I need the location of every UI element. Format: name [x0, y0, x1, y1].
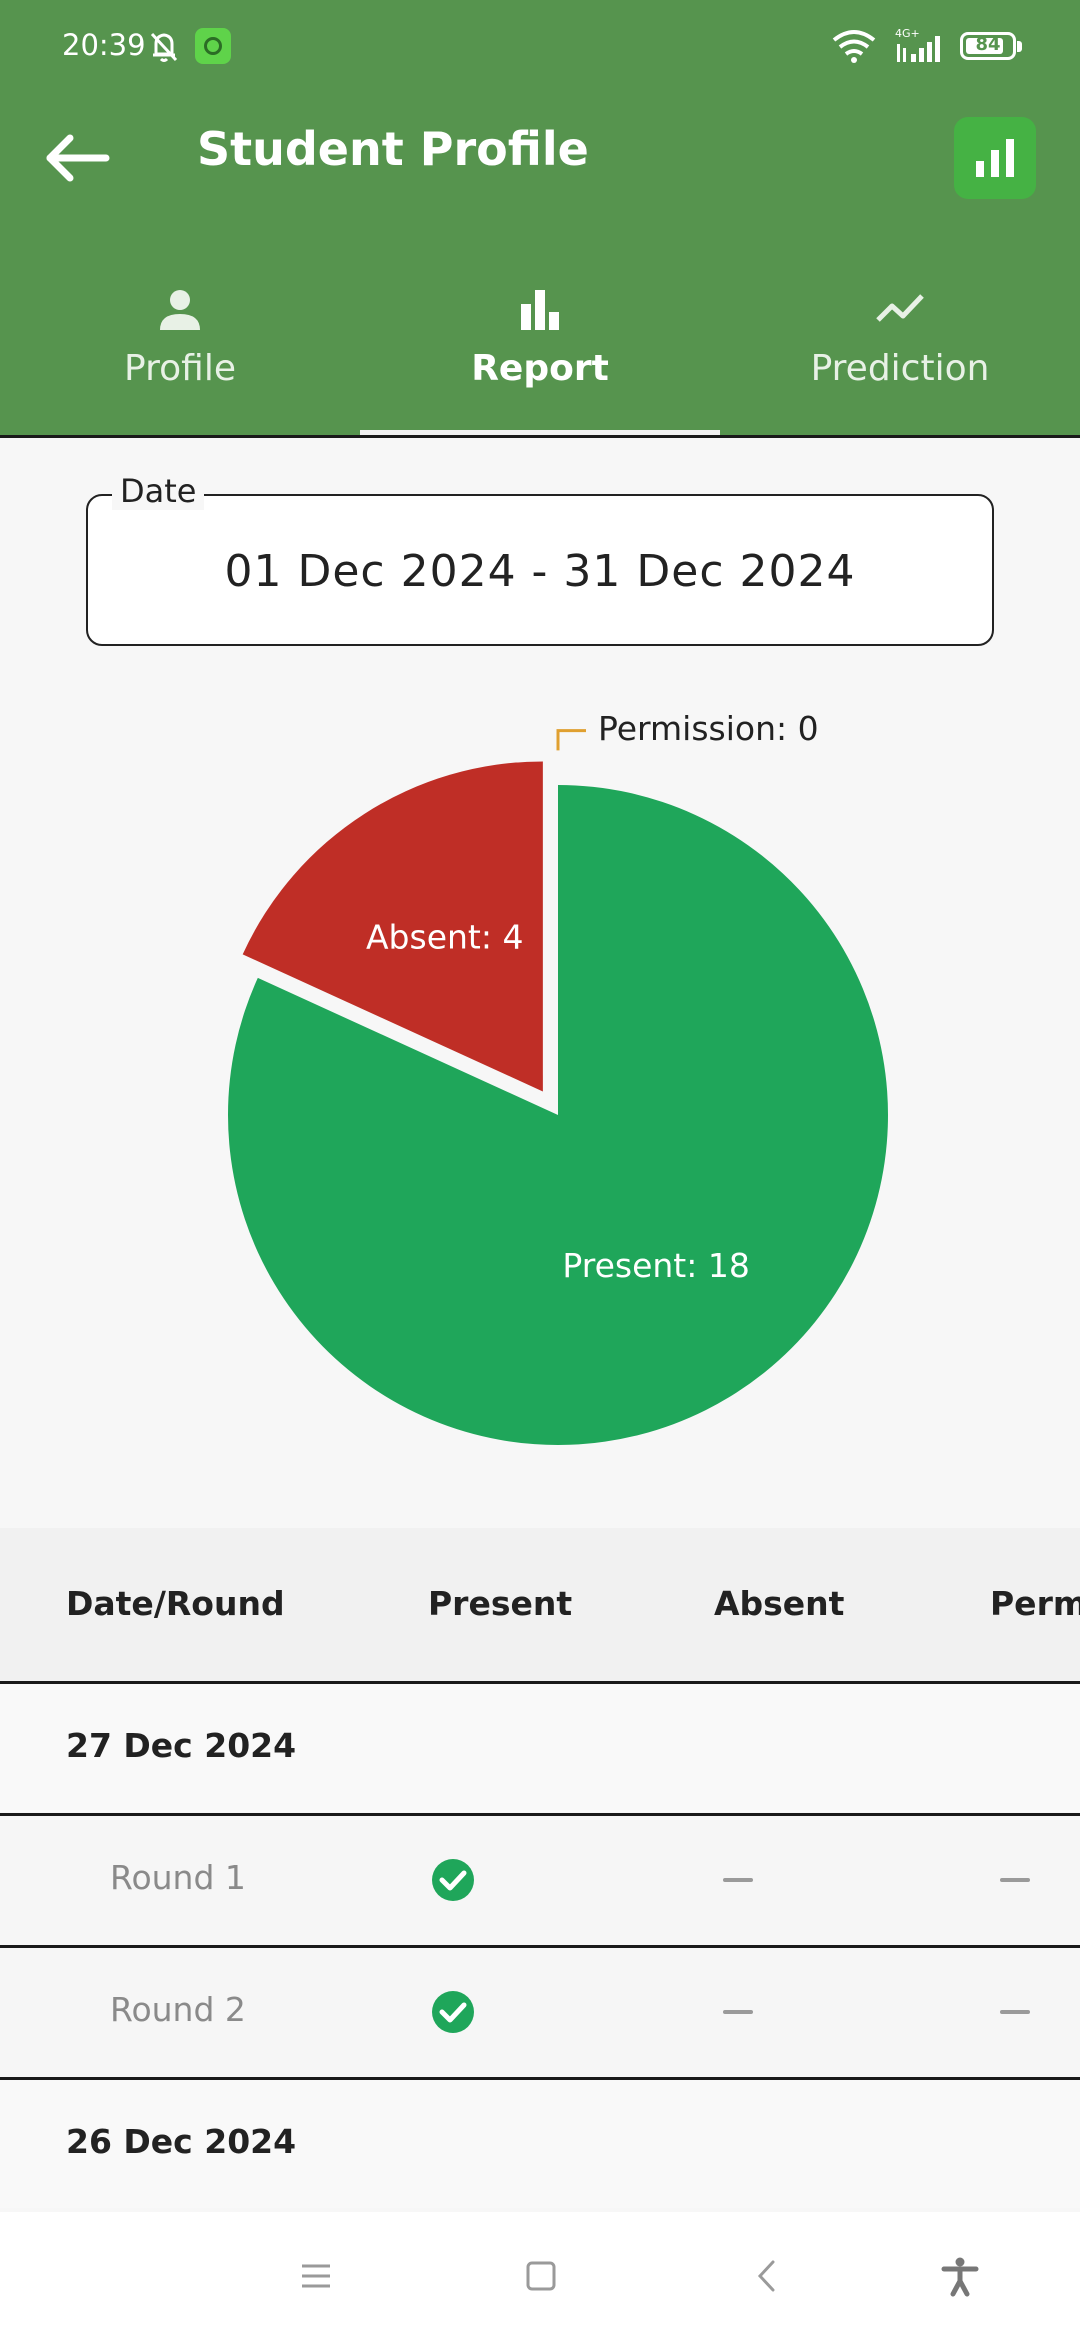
- home-square-icon[interactable]: [519, 2254, 563, 2298]
- header-divider: [0, 435, 1080, 438]
- column-header-present[interactable]: Present: [428, 1584, 572, 1623]
- status-time: 20:39: [62, 28, 146, 62]
- page-title: Student Profile: [197, 122, 589, 176]
- tab-profile-label: Profile: [124, 348, 236, 389]
- bell-off-icon: [150, 32, 178, 62]
- bar-chart-icon: [521, 290, 559, 330]
- signal-icon: 4G+: [895, 27, 940, 62]
- accessibility-icon[interactable]: [938, 2254, 982, 2298]
- tab-profile[interactable]: Profile: [0, 270, 360, 435]
- permission-dash: [1000, 2010, 1030, 2014]
- tab-prediction[interactable]: Prediction: [720, 270, 1080, 435]
- pie-leader-permission: [556, 729, 586, 751]
- menu-icon[interactable]: [294, 2254, 338, 2298]
- bar-chart-icon: [976, 139, 1014, 177]
- trending-icon: [876, 294, 924, 322]
- tab-prediction-label: Prediction: [810, 348, 990, 389]
- network-type: 4G+: [895, 27, 920, 40]
- check-circle-icon: [432, 1991, 474, 2033]
- back-chevron-icon[interactable]: [746, 2254, 790, 2298]
- table-row[interactable]: Round 1: [0, 1816, 1080, 1944]
- status-bar: 20:39 4G+ 84: [0, 0, 1080, 95]
- round-label: Round 1: [110, 1858, 246, 1897]
- pie-label-absent: Absent: 4: [366, 917, 523, 956]
- wifi-icon: [832, 30, 876, 63]
- permission-dash: [1000, 1878, 1030, 1882]
- tab-bar: Profile Report Prediction: [0, 270, 1080, 435]
- date-field-label: Date: [112, 472, 205, 510]
- table-row[interactable]: Round 2: [0, 1948, 1080, 2076]
- column-header-date[interactable]: Date/Round: [66, 1584, 285, 1623]
- date-range-field[interactable]: Date 01 Dec 2024 - 31 Dec 2024: [86, 472, 994, 646]
- table-header: Date/Round Present Absent Perm: [0, 1528, 1080, 1681]
- attendance-pie-chart: Present: 18 Absent: 4 Permission: 0: [228, 709, 889, 1445]
- system-nav-bar: [0, 2212, 1080, 2340]
- stats-button[interactable]: [954, 117, 1036, 199]
- tab-report[interactable]: Report: [360, 270, 720, 435]
- battery-icon: 84: [960, 32, 1022, 60]
- check-circle-icon: [432, 1859, 474, 1901]
- app-header: 20:39 4G+ 84 Student Profile Profile Rep…: [0, 0, 1080, 437]
- battery-percent: 84: [975, 34, 1001, 55]
- app-notification-icon: [195, 28, 231, 64]
- round-label: Round 2: [110, 1990, 246, 2029]
- person-icon: [160, 290, 200, 330]
- absent-dash: [723, 1878, 753, 1882]
- back-arrow-icon[interactable]: [36, 120, 120, 196]
- pie-label-permission: Permission: 0: [598, 709, 819, 748]
- column-header-permission[interactable]: Perm: [990, 1584, 1080, 1623]
- group-date: 27 Dec 2024: [66, 1726, 297, 1765]
- absent-dash: [723, 2010, 753, 2014]
- date-group-row[interactable]: 26 Dec 2024: [0, 2080, 1080, 2208]
- date-group-row[interactable]: 27 Dec 2024: [0, 1684, 1080, 1812]
- pie-label-present: Present: 18: [562, 1246, 749, 1285]
- group-date: 26 Dec 2024: [66, 2122, 297, 2161]
- date-range-value: 01 Dec 2024 - 31 Dec 2024: [224, 546, 856, 597]
- tab-report-label: Report: [471, 348, 609, 389]
- column-header-absent[interactable]: Absent: [714, 1584, 844, 1623]
